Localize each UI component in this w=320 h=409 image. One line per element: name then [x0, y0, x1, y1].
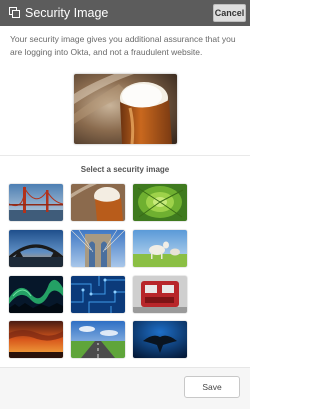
image-option-red-machine[interactable] — [133, 276, 187, 313]
dialog-footer: Save — [0, 367, 250, 409]
image-option-orange-sunset-clouds[interactable] — [9, 321, 63, 358]
image-option-blue-circuit-board[interactable] — [71, 276, 125, 313]
image-option-green-succulent[interactable] — [133, 184, 187, 221]
image-option-open-road[interactable] — [71, 321, 125, 358]
image-option-harbour-bridge-sunset[interactable] — [9, 230, 63, 267]
save-button[interactable]: Save — [184, 376, 240, 398]
image-option-aurora-borealis[interactable] — [9, 276, 63, 313]
image-option-beer-glass[interactable] — [71, 184, 125, 221]
image-option-brooklyn-bridge[interactable] — [71, 230, 125, 267]
image-option-golden-gate-bridge[interactable] — [9, 184, 63, 221]
image-option-manta-ray[interactable] — [133, 321, 187, 358]
image-option-goats-in-field[interactable] — [133, 230, 187, 267]
security-image-grid — [0, 0, 250, 370]
